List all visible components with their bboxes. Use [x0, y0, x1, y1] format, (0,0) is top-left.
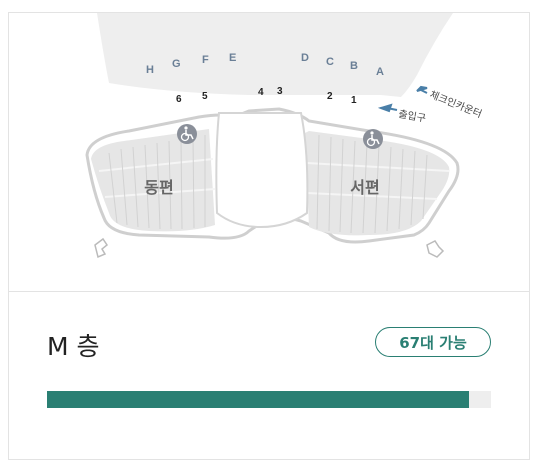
- center-connector: [215, 112, 309, 229]
- gate-letter-a: A: [376, 66, 384, 78]
- west-lot-label: 서편: [350, 178, 379, 197]
- gate-letter-c: C: [326, 56, 334, 68]
- occupancy-bar-fill: [47, 391, 469, 408]
- gate-number-3: 3: [277, 86, 283, 97]
- availability-badge: 67대 가능: [375, 327, 491, 357]
- gate-number-4: 4: [258, 87, 264, 98]
- east-lot-label: 동편: [144, 178, 173, 197]
- wheelchair-icon: [177, 124, 197, 144]
- gate-number-5: 5: [202, 91, 208, 102]
- checkin-arrow-icon: [416, 85, 428, 94]
- checkin-label: 체크인카운터: [428, 89, 484, 121]
- parking-map-svg: H G F E D C B A 6 5 4 3 2 1 체크인카운터 출입구 동…: [85, 13, 484, 259]
- entry-exit-icon: [426, 240, 445, 258]
- gate-letter-d: D: [301, 52, 309, 64]
- gate-number-2: 2: [327, 91, 333, 102]
- gate-number-6: 6: [176, 94, 182, 105]
- wheelchair-icon: [363, 129, 383, 149]
- exit-arrow-icon: [377, 103, 398, 113]
- terminal-building: [97, 13, 453, 97]
- divider: [9, 291, 529, 292]
- parking-map: H G F E D C B A 6 5 4 3 2 1 체크인카운터 출입구 동…: [9, 13, 529, 291]
- exit-label: 출입구: [397, 107, 426, 125]
- parking-floor-card[interactable]: H G F E D C B A 6 5 4 3 2 1 체크인카운터 출입구 동…: [8, 12, 530, 460]
- gate-number-1: 1: [351, 95, 357, 106]
- gate-letter-g: G: [172, 58, 181, 70]
- entry-exit-icon: [94, 237, 109, 259]
- floor-title: M 층: [47, 332, 100, 361]
- occupancy-bar: [47, 391, 491, 408]
- gate-letter-e: E: [229, 52, 236, 64]
- gate-letter-h: H: [146, 64, 154, 76]
- gate-letter-b: B: [350, 60, 358, 72]
- gate-letter-f: F: [202, 54, 209, 66]
